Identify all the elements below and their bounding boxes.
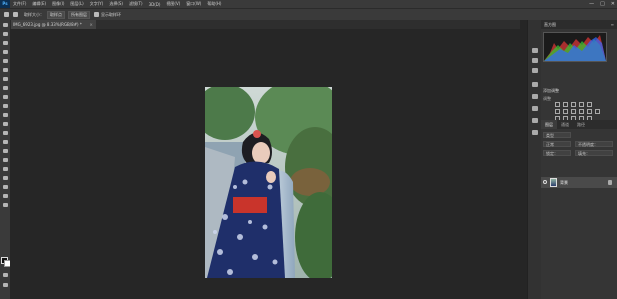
hue-saturation-icon[interactable] [555,109,560,114]
menu-3d[interactable]: 3D(D) [146,2,164,7]
histogram-panel-tab[interactable]: 直方图 ≡ [541,20,617,29]
menu-select[interactable]: 选择(S) [106,1,126,7]
adjustments-subtitle: 调整 [543,96,551,101]
app-logo: Ps [0,0,10,8]
adjustments-row-1 [555,102,592,107]
right-panel-dock: 直方图 ≡ 添加调整 调整 图层 通道 路径 类型 正常 不透明度： 锁定： 填… [541,20,617,299]
tab-layers[interactable]: 图层 [541,120,557,129]
checkbox-icon[interactable] [94,12,99,17]
clone-stamp-icon[interactable] [2,94,8,99]
dodge-tool-icon[interactable] [2,139,8,144]
lock-icon [608,180,612,185]
histogram-display [543,32,607,62]
black-white-icon[interactable] [571,109,576,114]
menu-file[interactable]: 文件(F) [10,1,29,7]
layer-kind-filter[interactable]: 类型 [543,132,571,138]
channel-mixer-icon[interactable] [587,109,592,114]
path-select-icon[interactable] [2,166,8,171]
opacity-field[interactable]: 不透明度： [575,141,613,147]
lock-controls: 锁定： [543,150,571,156]
gradient-tool-icon[interactable] [2,121,8,126]
menu-edit[interactable]: 编辑(E) [29,1,49,7]
screen-mode-icon[interactable] [2,282,8,287]
styles-panel-icon[interactable] [532,106,538,111]
paragraph-panel-icon[interactable] [532,118,538,123]
sample-layers-select[interactable]: 所有图层 [68,10,90,19]
adjustments-row-2 [555,109,600,114]
document-tab-label: IMG_6923.jpg @ 8.33%(RGB/8#) * [13,22,82,27]
tab-paths[interactable]: 路径 [573,120,589,129]
layer-name: 背景 [560,180,568,185]
quick-select-tool-icon[interactable] [2,49,8,54]
window-controls: — □ ✕ [589,0,615,8]
type-tool-icon[interactable] [2,157,8,162]
eyedropper-tool-icon[interactable] [4,12,9,17]
collapsed-panels-strip [527,20,542,299]
marquee-tool-icon[interactable] [2,31,8,36]
menu-bar: Ps 文件(F) 编辑(E) 图像(I) 图层(L) 文字(Y) 选择(S) 滤… [0,0,617,8]
blend-mode-select[interactable]: 正常 [543,141,571,147]
brush-tool-icon[interactable] [2,85,8,90]
info-panel-icon[interactable] [532,68,538,73]
exposure-adjust-icon[interactable] [579,102,584,107]
healing-brush-icon[interactable] [2,76,8,81]
crop-tool-icon[interactable] [2,58,8,63]
sample-size-label: 取样大小： [24,11,44,17]
tab-channels[interactable]: 通道 [557,120,573,129]
history-brush-icon[interactable] [2,103,8,108]
history-panel-icon[interactable] [532,48,538,53]
histogram-graph [544,35,606,61]
quick-mask-icon[interactable] [2,272,8,277]
menu-help[interactable]: 帮助(H) [204,1,224,7]
show-ring-label: 显示取样环 [101,11,121,17]
menu-window[interactable]: 窗口(W) [183,1,204,7]
swatches-panel-icon[interactable] [532,94,538,99]
panel-menu-icon[interactable]: ≡ [611,20,614,29]
menu-filter[interactable]: 滤镜(T) [126,1,146,7]
eraser-tool-icon[interactable] [2,112,8,117]
character-panel-icon[interactable] [532,130,538,135]
document-tab-row: IMG_6923.jpg @ 8.33%(RGB/8#) * × [10,20,520,29]
brush-panel-icon[interactable] [532,82,538,87]
adjustments-title: 添加调整 [543,88,559,93]
levels-adjust-icon[interactable] [563,102,568,107]
document-tab[interactable]: IMG_6923.jpg @ 8.33%(RGB/8#) * × [10,20,96,29]
menu-layer[interactable]: 图层(L) [67,1,86,7]
histogram-tab-label: 直方图 [544,22,556,27]
brightness-adjust-icon[interactable] [555,102,560,107]
menu-type[interactable]: 文字(Y) [87,1,107,7]
zoom-tool-icon[interactable] [2,193,8,198]
pen-tool-icon[interactable] [2,148,8,153]
minimize-button[interactable]: — [589,0,594,8]
vibrance-adjust-icon[interactable] [587,102,592,107]
color-lookup-icon[interactable] [595,109,600,114]
sample-size-select[interactable]: 取样点 [47,10,65,19]
fill-field[interactable]: 填充： [575,150,613,156]
eyedropper-icon[interactable] [2,67,8,72]
menu-view[interactable]: 视图(V) [163,1,183,7]
close-window-button[interactable]: ✕ [611,0,615,8]
more-tools-icon[interactable] [2,202,8,207]
layer-thumbnail [550,178,557,187]
photo-filter-icon[interactable] [579,109,584,114]
move-tool-icon[interactable] [2,22,8,27]
color-balance-icon[interactable] [563,109,568,114]
menu-image[interactable]: 图像(I) [49,1,67,7]
photo-illustration [205,87,332,278]
properties-panel-icon[interactable] [532,58,538,63]
curves-adjust-icon[interactable] [571,102,576,107]
close-tab-icon[interactable]: × [90,20,93,29]
shape-tool-icon[interactable] [2,175,8,180]
hand-tool-icon[interactable] [2,184,8,189]
visibility-eye-icon[interactable] [543,180,547,184]
lasso-tool-icon[interactable] [2,40,8,45]
layer-background[interactable]: 背景 [541,177,617,188]
blur-tool-icon[interactable] [2,130,8,135]
preset-icon[interactable] [13,12,18,17]
document-image[interactable] [205,87,332,278]
layers-panel-tabs: 图层 通道 路径 [541,120,617,129]
maximize-button[interactable]: □ [600,0,605,8]
